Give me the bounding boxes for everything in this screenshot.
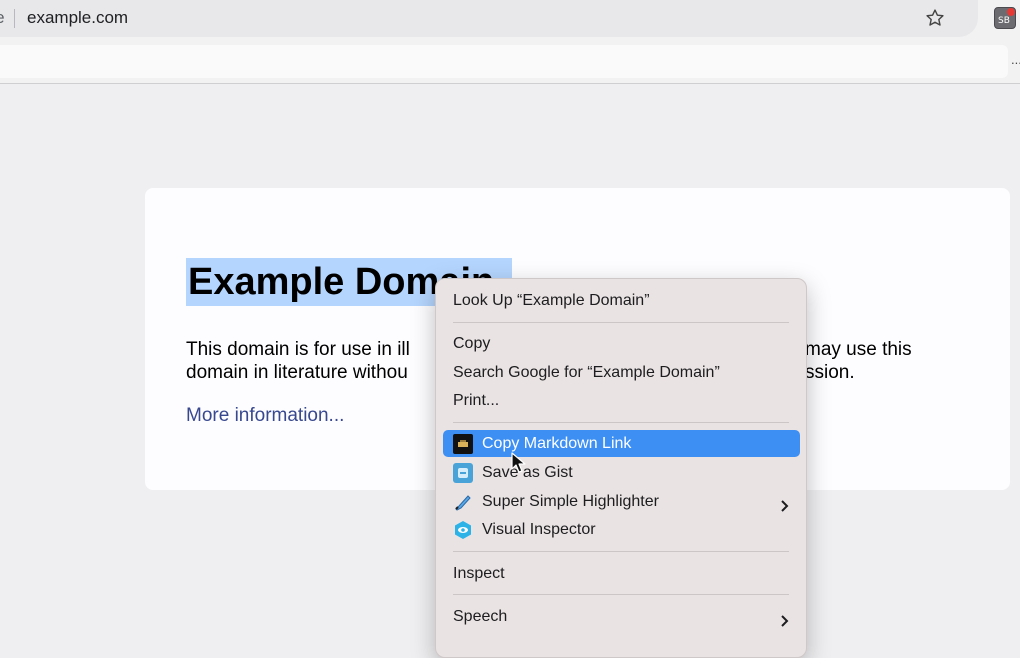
address-bar[interactable]: ure example.com [0,0,978,37]
markdown-icon [453,434,473,454]
notification-dot [1007,8,1015,16]
menu-item-save-as-gist[interactable]: Save as Gist [443,459,800,486]
menu-separator [453,422,789,423]
inspector-icon [453,520,473,540]
menu-item-print[interactable]: Print... [443,387,800,414]
paragraph-line-1-right: may use this [805,339,912,360]
context-menu: Look Up “Example Domain” Copy Search Goo… [435,278,807,658]
more-information-link[interactable]: More information... [186,404,344,428]
menu-item-super-simple-highlighter[interactable]: Super Simple Highlighter [443,488,800,515]
paragraph-line-2-right: ssion. [805,362,855,383]
chevron-right-icon [779,495,791,512]
paragraph-line-2-left: domain in literature withou [186,362,408,383]
menu-item-copy-markdown-link[interactable]: Copy Markdown Link [443,430,800,457]
bookmark-star-icon[interactable] [924,7,946,29]
paragraph-line-1-left: This domain is for use in ill [186,339,410,360]
bookmarks-overflow-button[interactable]: ... [1011,52,1020,67]
extension-badge-label: SB [998,16,1010,26]
menu-item-search-google[interactable]: Search Google for “Example Domain” [443,359,800,386]
menu-separator [453,594,789,595]
extension-icon[interactable]: SB [994,7,1016,29]
address-divider [14,9,15,28]
menu-separator [453,322,789,323]
menu-item-look-up[interactable]: Look Up “Example Domain” [443,287,800,314]
menu-item-inspect[interactable]: Inspect [443,560,800,587]
highlighter-icon [453,492,473,512]
gist-icon [453,463,473,483]
menu-item-copy[interactable]: Copy [443,330,800,357]
menu-separator [453,551,789,552]
menu-item-speech[interactable]: Speech [443,603,800,630]
site-info-label[interactable]: ure [0,8,5,28]
browser-toolbar: ure example.com SB ... [0,0,1020,84]
url-text[interactable]: example.com [27,8,128,28]
mouse-pointer-icon [511,452,527,474]
chevron-right-icon [779,610,791,627]
menu-item-visual-inspector[interactable]: Visual Inspector [443,516,800,543]
bookmarks-bar [0,45,1008,78]
